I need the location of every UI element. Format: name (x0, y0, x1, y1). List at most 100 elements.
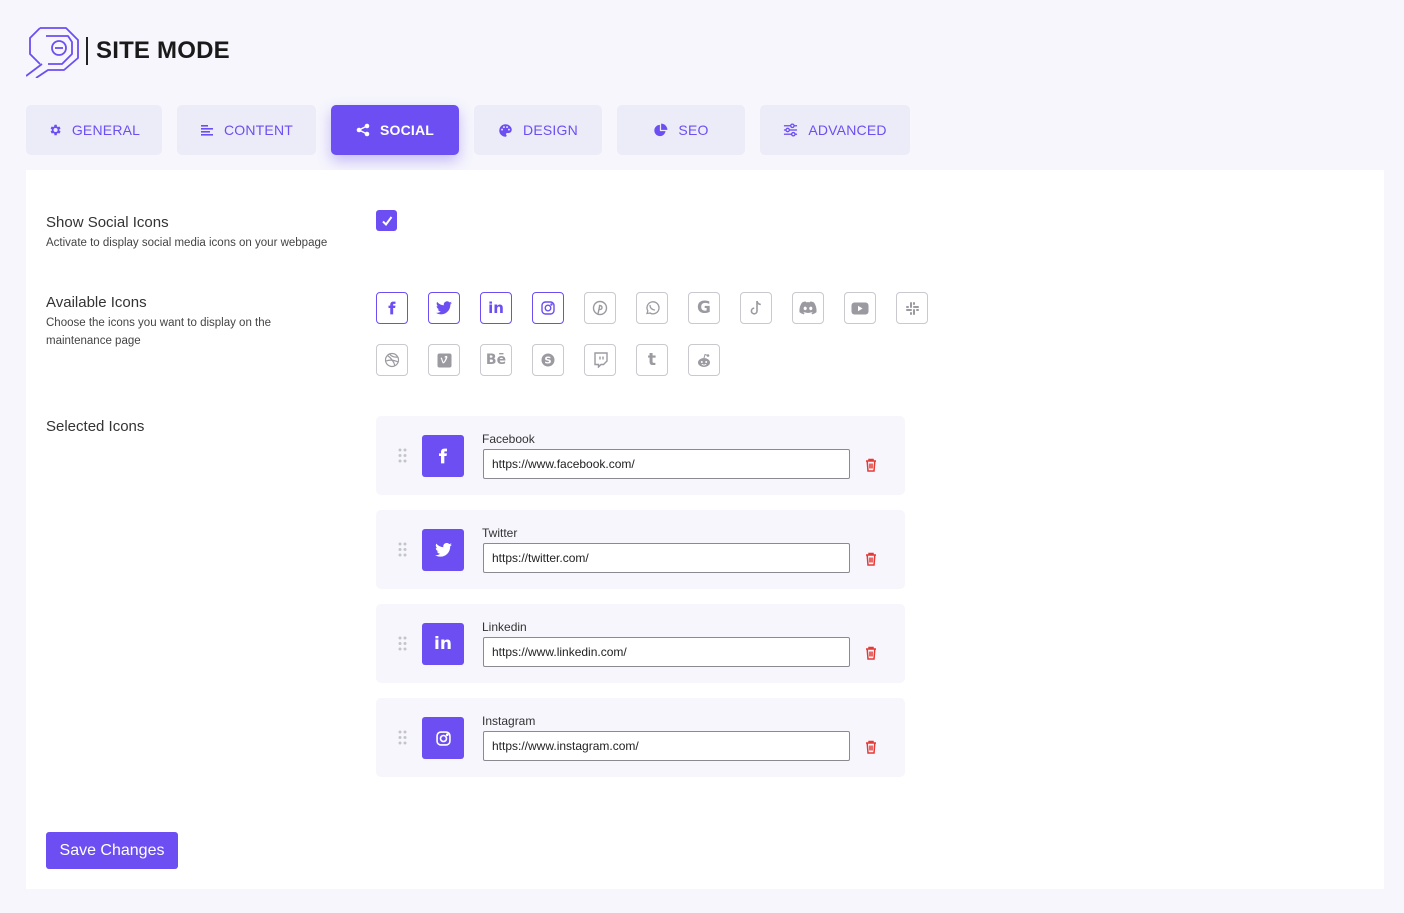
tab-design-label: DESIGN (523, 122, 578, 138)
logo-divider (86, 37, 88, 65)
drag-handle-icon[interactable] (398, 542, 407, 557)
drag-handle-icon[interactable] (398, 730, 407, 745)
align-left-icon (200, 125, 213, 136)
tiktok-icon (750, 300, 761, 315)
twitter-badge (422, 529, 464, 571)
slack-icon (905, 301, 919, 315)
skype-icon: S (541, 353, 555, 367)
tab-general[interactable]: GENERAL (26, 105, 162, 155)
available-skype-button[interactable]: S (532, 344, 564, 376)
svg-text:S: S (544, 356, 551, 367)
selected-icon-name: Linkedin (482, 620, 527, 634)
selected-icon-card-linkedin: in Linkedin (376, 604, 905, 683)
trash-icon[interactable] (865, 646, 877, 660)
available-linkedin-button[interactable]: in (480, 292, 512, 324)
selected-icon-card-twitter: Twitter (376, 510, 905, 589)
selected-icon-card-facebook: Facebook (376, 416, 905, 495)
twitter-icon (436, 301, 452, 315)
show-social-icons-checkbox[interactable] (376, 210, 397, 231)
show-social-title: Show Social Icons (46, 214, 169, 231)
available-icons-title: Available Icons (46, 294, 147, 311)
selected-icon-name: Facebook (482, 432, 535, 446)
selected-icon-name: Instagram (482, 714, 536, 728)
tumblr-icon: t (647, 349, 657, 370)
available-behance-button[interactable]: Bē (480, 344, 512, 376)
tab-advanced[interactable]: ADVANCED (760, 105, 910, 155)
instagram-icon (541, 301, 555, 315)
instagram-icon (435, 730, 451, 746)
share-icon (356, 123, 370, 137)
selected-icons-label: Selected Icons (46, 418, 144, 435)
available-tiktok-button[interactable] (740, 292, 772, 324)
youtube-icon (851, 302, 869, 314)
brand-name: SITE MODE (96, 37, 230, 64)
available-vimeo-button[interactable] (428, 344, 460, 376)
pinterest-icon (592, 300, 608, 316)
instagram-badge (422, 717, 464, 759)
instagram-url-input[interactable] (483, 731, 850, 761)
tab-seo[interactable]: SEO (617, 105, 745, 155)
available-discord-button[interactable] (792, 292, 824, 324)
save-changes-button[interactable]: Save Changes (46, 832, 178, 869)
available-slack-button[interactable] (896, 292, 928, 324)
drag-handle-icon[interactable] (398, 448, 407, 463)
linkedin-badge: in (422, 623, 464, 665)
linkedin-icon: in (434, 633, 452, 654)
available-icons-label: Available Icons Choose the icons you wan… (46, 294, 271, 350)
available-youtube-button[interactable] (844, 292, 876, 324)
tab-social[interactable]: SOCIAL (331, 105, 459, 155)
linkedin-icon: in (488, 298, 504, 317)
check-icon (381, 215, 392, 226)
vimeo-icon (437, 353, 451, 367)
palette-icon (499, 123, 512, 137)
gear-icon (50, 124, 61, 136)
tab-advanced-label: ADVANCED (808, 122, 887, 138)
available-google-button[interactable]: G (688, 292, 720, 324)
show-social-description: Activate to display social media icons o… (46, 237, 328, 249)
reddit-icon (698, 353, 710, 367)
facebook-badge (422, 435, 464, 477)
available-icons-description: Choose the icons you want to display on … (46, 314, 271, 350)
available-whatsapp-button[interactable] (636, 292, 668, 324)
tab-social-label: SOCIAL (379, 122, 435, 138)
sliders-icon (784, 123, 798, 137)
available-twitch-button[interactable] (584, 344, 616, 376)
discord-icon (799, 301, 817, 315)
trash-icon[interactable] (865, 458, 877, 472)
linkedin-url-input[interactable] (483, 637, 850, 667)
behance-icon: Bē (485, 352, 507, 368)
available-tumblr-button[interactable]: t (636, 344, 668, 376)
available-instagram-button[interactable] (532, 292, 564, 324)
available-pinterest-button[interactable] (584, 292, 616, 324)
show-social-icons-label: Show Social Icons Activate to display so… (46, 214, 327, 252)
available-desc-line2: maintenance page (46, 335, 141, 347)
site-mode-logo-icon (26, 27, 79, 78)
facebook-icon (388, 301, 396, 315)
selected-icon-name: Twitter (482, 526, 518, 540)
drag-handle-icon[interactable] (398, 636, 407, 651)
twitter-url-input[interactable] (483, 543, 850, 573)
google-icon: G (697, 297, 711, 318)
selected-icons-title: Selected Icons (46, 418, 145, 435)
tab-content-label: CONTENT (223, 122, 294, 138)
facebook-icon (439, 448, 447, 464)
selected-icon-card-instagram: Instagram (376, 698, 905, 777)
twitch-icon (593, 352, 608, 368)
facebook-url-input[interactable] (483, 449, 850, 479)
trash-icon[interactable] (865, 740, 877, 754)
available-desc-line1: Choose the icons you want to display on … (46, 317, 272, 329)
tab-seo-label: SEO (678, 122, 709, 138)
tab-general-label: GENERAL (71, 122, 141, 138)
tab-content[interactable]: CONTENT (177, 105, 316, 155)
pie-chart-icon (654, 123, 668, 136)
available-reddit-button[interactable] (688, 344, 720, 376)
tab-design[interactable]: DESIGN (474, 105, 602, 155)
available-twitter-button[interactable] (428, 292, 460, 324)
twitter-icon (434, 543, 452, 557)
trash-icon[interactable] (865, 552, 877, 566)
site-logo: SITE MODE (26, 24, 230, 78)
social-settings-panel: Show Social Icons Activate to display so… (26, 170, 1384, 889)
dribbble-icon (384, 352, 400, 368)
available-dribbble-button[interactable] (376, 344, 408, 376)
available-facebook-button[interactable] (376, 292, 408, 324)
